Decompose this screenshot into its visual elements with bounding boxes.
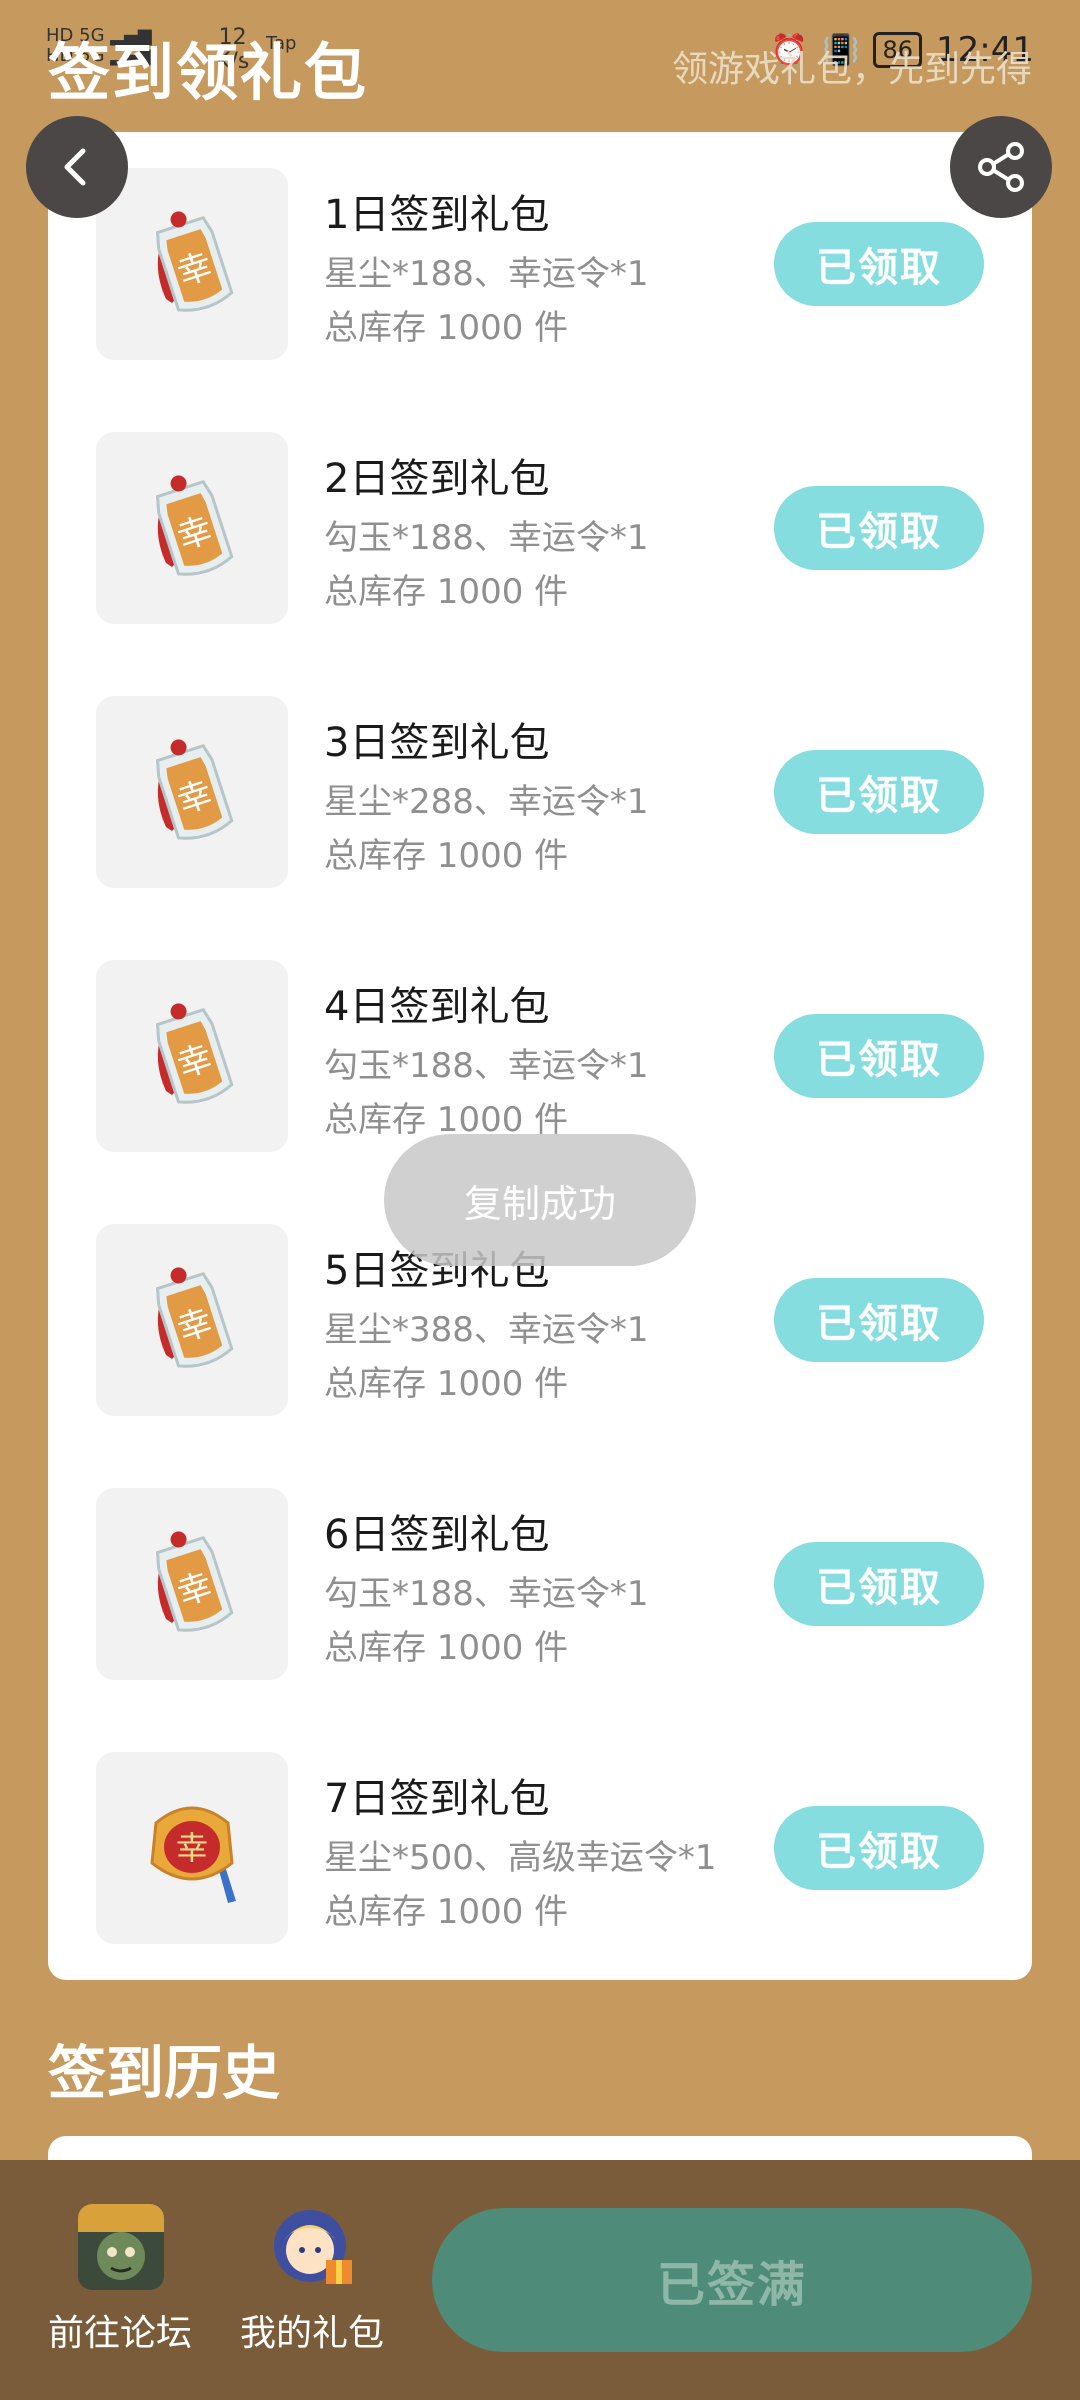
lucky-token-icon: 幸: [96, 1224, 288, 1416]
gift-stock: 总库存 1000 件: [324, 1628, 569, 1668]
claimed-button[interactable]: 已领取: [774, 222, 984, 306]
game-avatar-icon: [78, 2204, 164, 2290]
my-gifts-label: 我的礼包: [239, 2313, 384, 2354]
page-title: 签到领礼包: [48, 36, 369, 109]
svg-text:幸: 幸: [176, 1829, 208, 1867]
gift-title: 1日签到礼包: [324, 192, 550, 238]
gift-description: 星尘*188、幸运令*1: [324, 254, 649, 294]
page-subtitle: 领游戏礼包，先到先得: [671, 49, 1032, 90]
gift-row: 幸 6日签到礼包 勾玉*188、幸运令*1 总库存 1000 件 已领取: [48, 1452, 1032, 1716]
history-title: 签到历史: [48, 2039, 281, 2107]
forum-label: 前往论坛: [47, 2313, 192, 2354]
share-button[interactable]: [950, 116, 1052, 218]
character-gift-icon: [270, 2204, 356, 2290]
premium-lucky-token-icon: 幸: [96, 1752, 288, 1944]
claimed-button[interactable]: 已领取: [774, 1542, 984, 1626]
back-button[interactable]: [26, 116, 128, 218]
gift-description: 勾玉*188、幸运令*1: [324, 1574, 649, 1614]
gift-title: 2日签到礼包: [324, 456, 550, 502]
signed-full-button[interactable]: 已签满: [432, 2208, 1032, 2352]
lucky-token-icon: 幸: [96, 168, 288, 360]
claimed-button[interactable]: 已领取: [774, 1278, 984, 1362]
copy-success-toast: 复制成功: [384, 1134, 696, 1266]
gift-description: 星尘*500、高级幸运令*1: [324, 1838, 717, 1878]
my-gifts-nav-button[interactable]: 我的礼包: [232, 2204, 392, 2364]
lucky-token-icon: 幸: [96, 696, 288, 888]
share-icon: [978, 142, 1024, 192]
gift-stock: 总库存 1000 件: [324, 1892, 569, 1932]
claimed-button[interactable]: 已领取: [774, 486, 984, 570]
gift-stock: 总库存 1000 件: [324, 1364, 569, 1404]
gift-title: 4日签到礼包: [324, 984, 550, 1030]
gift-list-card: 幸 1日签到礼包 星尘*188、幸运令*1 总库存 1000 件 已领取 幸 2…: [48, 132, 1032, 1980]
gift-stock: 总库存 1000 件: [324, 836, 569, 876]
gift-description: 勾玉*188、幸运令*1: [324, 518, 649, 558]
bottom-bar: 前往论坛 我的礼包 已签满: [0, 2160, 1080, 2400]
claimed-button[interactable]: 已领取: [774, 750, 984, 834]
gift-description: 勾玉*188、幸运令*1: [324, 1046, 649, 1086]
gift-row: 幸 2日签到礼包 勾玉*188、幸运令*1 总库存 1000 件 已领取: [48, 396, 1032, 660]
claimed-button[interactable]: 已领取: [774, 1014, 984, 1098]
gift-title: 7日签到礼包: [324, 1776, 550, 1822]
gift-title: 6日签到礼包: [324, 1512, 550, 1558]
lucky-token-icon: 幸: [96, 960, 288, 1152]
claimed-button[interactable]: 已领取: [774, 1806, 984, 1890]
gift-stock: 总库存 1000 件: [324, 572, 569, 612]
chevron-left-icon: [64, 148, 86, 186]
lucky-token-icon: 幸: [96, 1488, 288, 1680]
lucky-token-icon: 幸: [96, 432, 288, 624]
gift-title: 3日签到礼包: [324, 720, 550, 766]
gift-row: 幸 7日签到礼包 星尘*500、高级幸运令*1 总库存 1000 件 已领取: [48, 1716, 1032, 1980]
gift-description: 星尘*288、幸运令*1: [324, 782, 649, 822]
gift-description: 星尘*388、幸运令*1: [324, 1310, 649, 1350]
forum-nav-button[interactable]: 前往论坛: [40, 2204, 200, 2364]
gift-stock: 总库存 1000 件: [324, 308, 569, 348]
gift-row: 幸 1日签到礼包 星尘*188、幸运令*1 总库存 1000 件 已领取: [48, 132, 1032, 396]
gift-row: 幸 3日签到礼包 星尘*288、幸运令*1 总库存 1000 件 已领取: [48, 660, 1032, 924]
